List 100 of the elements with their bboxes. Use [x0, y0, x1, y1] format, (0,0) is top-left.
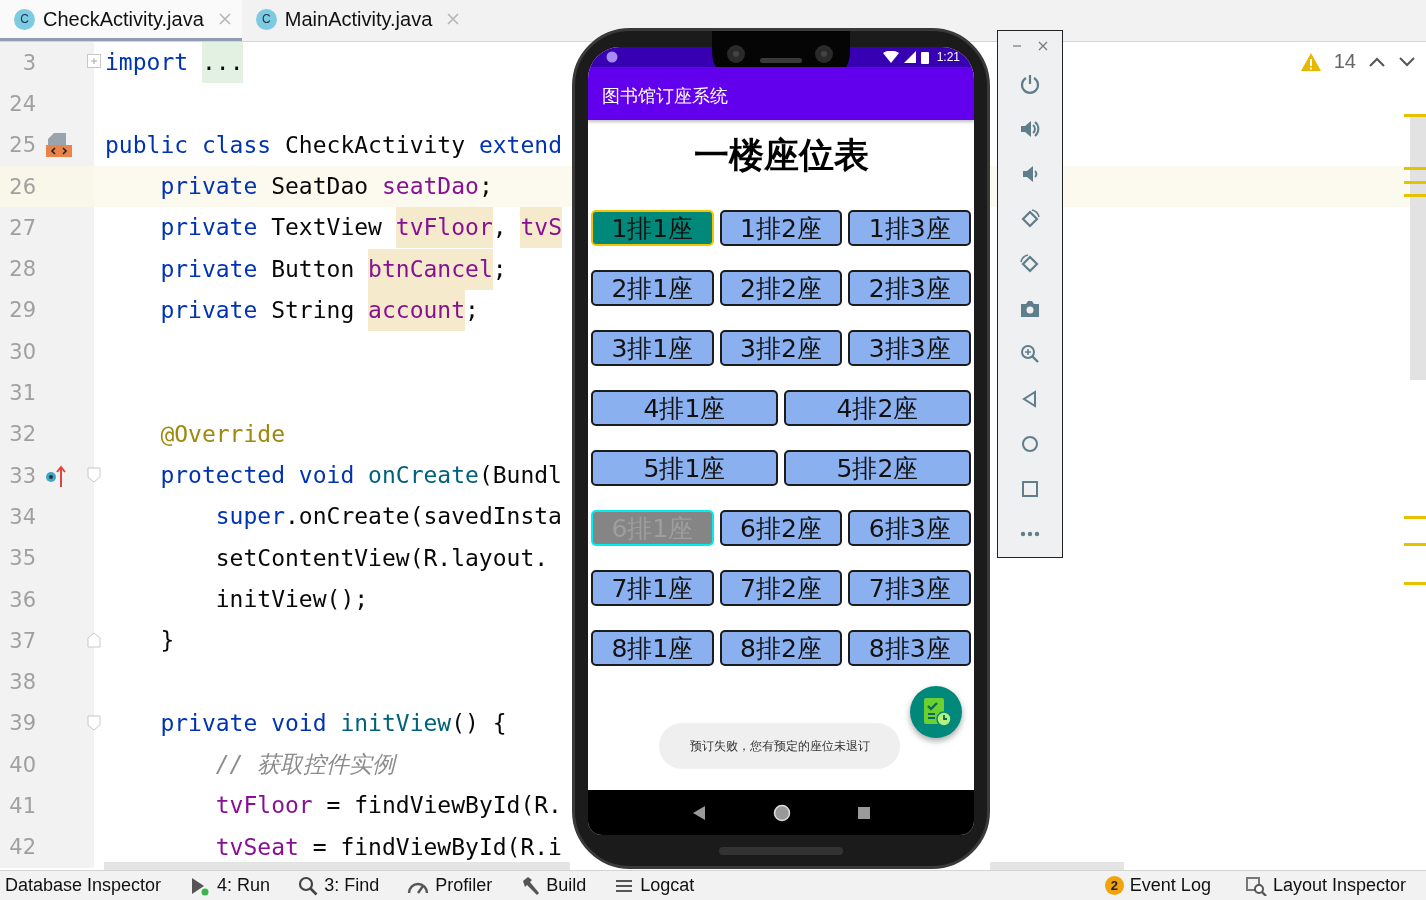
status-time: 1:21	[936, 50, 960, 64]
close-icon[interactable]	[1038, 41, 1048, 51]
line-number: 24	[8, 91, 36, 116]
line-number: 36	[8, 587, 36, 612]
line-number: 37	[8, 628, 36, 653]
page-heading: 一楼座位表	[692, 133, 870, 177]
line-number: 34	[8, 504, 36, 529]
line-number: 31	[8, 381, 36, 405]
seat-button[interactable]: 5排2座	[784, 450, 971, 486]
seat-button[interactable]: 4排1座	[591, 390, 778, 426]
line-number: 39	[8, 711, 36, 736]
tool-window-button[interactable]: Profiler	[407, 875, 493, 896]
overview-icon[interactable]	[858, 806, 871, 819]
layout-file-icon[interactable]	[46, 132, 72, 159]
tool-window-button[interactable]: 2 Event Log	[1104, 875, 1211, 896]
warning-stripe	[1404, 582, 1426, 585]
line-number: 26	[8, 174, 36, 199]
warning-stripe	[1404, 114, 1426, 117]
power-icon[interactable]	[1019, 72, 1041, 95]
code-line: private SeatDao seatDao;	[159, 173, 493, 201]
line-number: 27	[8, 215, 36, 240]
tool-window-button[interactable]: Database Inspector	[5, 875, 162, 896]
warning-stripe	[1404, 167, 1426, 170]
app-title: 图书馆订座系统	[602, 83, 728, 108]
seat-button[interactable]: 1排1座	[591, 210, 714, 246]
code-line: tvFloor = findViewById(R.	[214, 792, 562, 820]
line-number: 41	[8, 794, 36, 818]
seat-button[interactable]: 8排1座	[591, 630, 714, 666]
seat-button[interactable]: 2排2座	[719, 270, 843, 306]
notification-dot-icon	[606, 51, 618, 63]
line-number: 40	[8, 752, 36, 777]
horizontal-scrollbar[interactable]	[104, 862, 570, 870]
warning-icon	[1299, 51, 1322, 72]
close-icon[interactable]	[217, 12, 232, 26]
seat-button[interactable]: 8排2座	[719, 630, 843, 666]
file-tab[interactable]: C CheckActivity.java	[0, 0, 242, 41]
code-line: import ...	[105, 42, 244, 84]
signal-icon	[903, 51, 916, 63]
code-line: public class CheckActivity extend	[105, 131, 562, 159]
hammer-icon[interactable]	[520, 875, 541, 896]
seat-button[interactable]: 3排2座	[719, 330, 843, 366]
seat-button[interactable]: 3排3座	[848, 330, 971, 366]
seat-button[interactable]: 6排2座	[719, 510, 843, 546]
line-number: 33	[8, 463, 36, 488]
seat-button[interactable]: 3排1座	[591, 330, 714, 366]
seat-button[interactable]: 8排3座	[848, 630, 971, 666]
code-line: private TextView tvFloor, tvS	[105, 207, 562, 249]
code-line: initView();	[214, 586, 369, 613]
code-line: protected void onCreate(Bundl	[159, 462, 562, 490]
line-number: 38	[8, 670, 36, 695]
code-line: private void initView() {	[159, 709, 507, 737]
inspector-icon[interactable]	[1244, 875, 1267, 896]
code-line: setContentView(R.layout.	[214, 544, 549, 572]
wifi-icon	[882, 51, 899, 63]
seat-button[interactable]: 4排2座	[784, 390, 971, 426]
seat-button[interactable]: 2排3座	[848, 270, 971, 306]
warning-count: 14	[1333, 50, 1356, 73]
fab-button[interactable]	[910, 686, 962, 738]
code-line: private Button btnCancel;	[105, 248, 507, 290]
back-icon[interactable]	[691, 804, 706, 821]
rotate-left-icon[interactable]	[1019, 207, 1041, 230]
chevron-down-icon[interactable]	[1398, 55, 1416, 68]
tool-window-button[interactable]: 4: Run	[189, 875, 271, 896]
seat-button[interactable]: 2排1座	[591, 270, 714, 306]
home-icon[interactable]	[773, 803, 791, 822]
code-line: super.onCreate(savedInsta	[214, 503, 562, 531]
warning-stripe	[1404, 181, 1426, 184]
tool-window-button[interactable]: Logcat	[614, 875, 695, 896]
seat-button[interactable]: 7排3座	[848, 570, 971, 606]
tool-window-button[interactable]: 3: Find	[298, 875, 380, 896]
vertical-scrollbar[interactable]	[1410, 115, 1426, 380]
tool-window-button[interactable]: Build	[520, 875, 587, 896]
more-icon[interactable]	[1019, 529, 1041, 538]
line-number: 32	[8, 422, 36, 447]
search-icon[interactable]	[298, 875, 319, 896]
zoom-in-icon[interactable]	[1019, 342, 1041, 365]
seat-button[interactable]: 1排2座	[719, 210, 843, 246]
seat-button[interactable]: 7排1座	[591, 570, 714, 606]
code-line: @Override	[159, 420, 285, 448]
code-line: }	[159, 627, 175, 655]
seat-button[interactable]: 7排2座	[719, 570, 843, 606]
seat-button[interactable]: 1排3座	[848, 210, 971, 246]
line-number: 3	[21, 50, 36, 75]
seat-button[interactable]: 5排1座	[591, 450, 778, 486]
count-badge: 2	[1104, 876, 1124, 895]
toast-message: 预订失败，您有预定的座位未退订	[659, 723, 900, 769]
code-line: private String account;	[105, 289, 479, 331]
tool-window-button[interactable]: Layout Inspector	[1244, 875, 1406, 896]
class-icon: C	[14, 8, 35, 30]
line-number: 42	[8, 835, 36, 860]
rotate-right-icon[interactable]	[1019, 252, 1041, 275]
file-tab[interactable]: C MainActivity.java	[241, 0, 471, 41]
seat-button[interactable]: 6排3座	[848, 510, 971, 546]
line-number: 25	[8, 133, 36, 158]
override-icon[interactable]	[44, 463, 68, 488]
warning-stripe	[1404, 194, 1426, 197]
code-line: // 获取控件实例	[214, 751, 396, 779]
chevron-up-icon[interactable]	[1368, 55, 1386, 68]
warning-stripe	[1404, 543, 1426, 546]
battery-icon	[920, 50, 929, 64]
